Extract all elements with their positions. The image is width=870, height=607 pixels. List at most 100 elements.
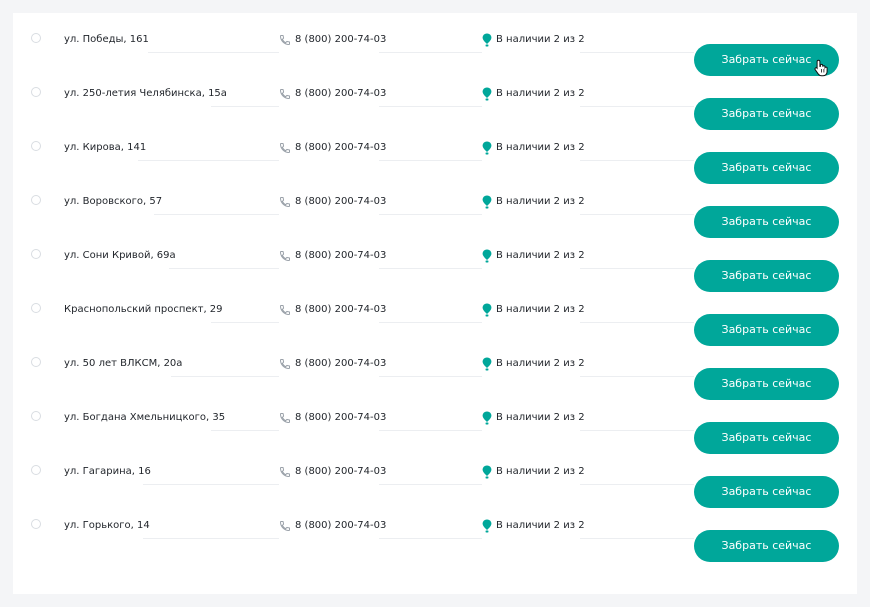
store-address: ул. Сони Кривой, 69а [64,250,176,261]
store-address: ул. Кирова, 141 [64,142,147,153]
row-divider [580,160,694,161]
phone-icon [279,359,290,370]
store-select-radio[interactable] [31,195,41,205]
row-divider [211,106,279,107]
store-phone: 8 (800) 200-74-03 [295,250,387,261]
store-stock-status: В наличии 2 из 2 [496,34,585,45]
row-divider [169,268,279,269]
pickup-now-button[interactable]: Забрать сейчас [694,530,839,562]
row-divider [379,106,482,107]
store-phone: 8 (800) 200-74-03 [295,304,387,315]
phone-icon [279,251,290,262]
row-divider [379,484,482,485]
row-divider [580,214,694,215]
map-pin-icon [482,195,492,209]
row-divider [148,52,279,53]
store-phone: 8 (800) 200-74-03 [295,196,387,207]
phone-icon [279,521,290,532]
store-phone: 8 (800) 200-74-03 [295,358,387,369]
store-stock-status: В наличии 2 из 2 [496,142,585,153]
row-divider [580,106,694,107]
store-select-radio[interactable] [31,87,41,97]
store-row: ул. Кирова, 141 8 (800) 200-74-03 В нали… [13,121,857,184]
store-stock-status: В наличии 2 из 2 [496,412,585,423]
phone-icon [279,467,290,478]
store-stock-status: В наличии 2 из 2 [496,304,585,315]
row-divider [580,322,694,323]
store-row: ул. Гагарина, 16 8 (800) 200-74-03 В нал… [13,445,857,508]
store-stock-status: В наличии 2 из 2 [496,88,585,99]
store-stock-status: В наличии 2 из 2 [496,250,585,261]
row-divider [379,430,482,431]
store-phone: 8 (800) 200-74-03 [295,142,387,153]
store-stock-status: В наличии 2 из 2 [496,358,585,369]
store-row: ул. Богдана Хмельницкого, 35 8 (800) 200… [13,391,857,454]
phone-icon [279,197,290,208]
row-divider [379,214,482,215]
store-address: ул. Гагарина, 16 [64,466,151,477]
store-select-radio[interactable] [31,519,41,529]
row-divider [379,376,482,377]
store-row: ул. Горького, 14 8 (800) 200-74-03 В нал… [13,499,857,562]
store-row: ул. Воровского, 57 8 (800) 200-74-03 В н… [13,175,857,238]
store-select-radio[interactable] [31,465,41,475]
phone-icon [279,143,290,154]
store-address: ул. 250-летия Челябинска, 15а [64,88,227,99]
row-divider [379,322,482,323]
phone-icon [279,413,290,424]
store-select-radio[interactable] [31,303,41,313]
map-pin-icon [482,141,492,155]
row-divider [379,538,482,539]
row-divider [580,538,694,539]
map-pin-icon [482,519,492,533]
store-phone: 8 (800) 200-74-03 [295,88,387,99]
row-divider [379,52,482,53]
store-select-radio[interactable] [31,249,41,259]
row-divider [154,214,279,215]
store-phone: 8 (800) 200-74-03 [295,466,387,477]
store-stock-status: В наличии 2 из 2 [496,520,585,531]
map-pin-icon [482,465,492,479]
store-row: ул. Победы, 161 8 (800) 200-74-03 В нали… [13,13,857,76]
store-select-radio[interactable] [31,357,41,367]
map-pin-icon [482,87,492,101]
store-select-radio[interactable] [31,33,41,43]
map-pin-icon [482,303,492,317]
store-stock-status: В наличии 2 из 2 [496,466,585,477]
row-divider [580,52,694,53]
row-divider [580,430,694,431]
store-row: ул. Сони Кривой, 69а 8 (800) 200-74-03 В… [13,229,857,292]
store-address: ул. Воровского, 57 [64,196,163,207]
row-divider [580,484,694,485]
store-stock-status: В наличии 2 из 2 [496,196,585,207]
row-divider [580,268,694,269]
store-phone: 8 (800) 200-74-03 [295,520,387,531]
store-address: ул. 50 лет ВЛКСМ, 20а [64,358,183,369]
row-divider [211,322,279,323]
map-pin-icon [482,249,492,263]
row-divider [138,160,279,161]
store-list-panel: ул. Победы, 161 8 (800) 200-74-03 В нали… [13,13,857,594]
row-divider [580,376,694,377]
store-row: ул. 50 лет ВЛКСМ, 20а 8 (800) 200-74-03 … [13,337,857,400]
store-select-radio[interactable] [31,411,41,421]
store-address: ул. Богдана Хмельницкого, 35 [64,412,226,423]
phone-icon [279,35,290,46]
row-divider [171,376,279,377]
store-phone: 8 (800) 200-74-03 [295,34,387,45]
store-address: ул. Победы, 161 [64,34,149,45]
store-row: Краснопольский проспект, 29 8 (800) 200-… [13,283,857,346]
store-select-radio[interactable] [31,141,41,151]
row-divider [211,430,279,431]
map-pin-icon [482,33,492,47]
map-pin-icon [482,357,492,371]
store-phone: 8 (800) 200-74-03 [295,412,387,423]
phone-icon [279,89,290,100]
phone-icon [279,305,290,316]
store-address: Краснопольский проспект, 29 [64,304,223,315]
row-divider [143,538,279,539]
row-divider [143,484,279,485]
row-divider [379,268,482,269]
map-pin-icon [482,411,492,425]
row-divider [379,160,482,161]
